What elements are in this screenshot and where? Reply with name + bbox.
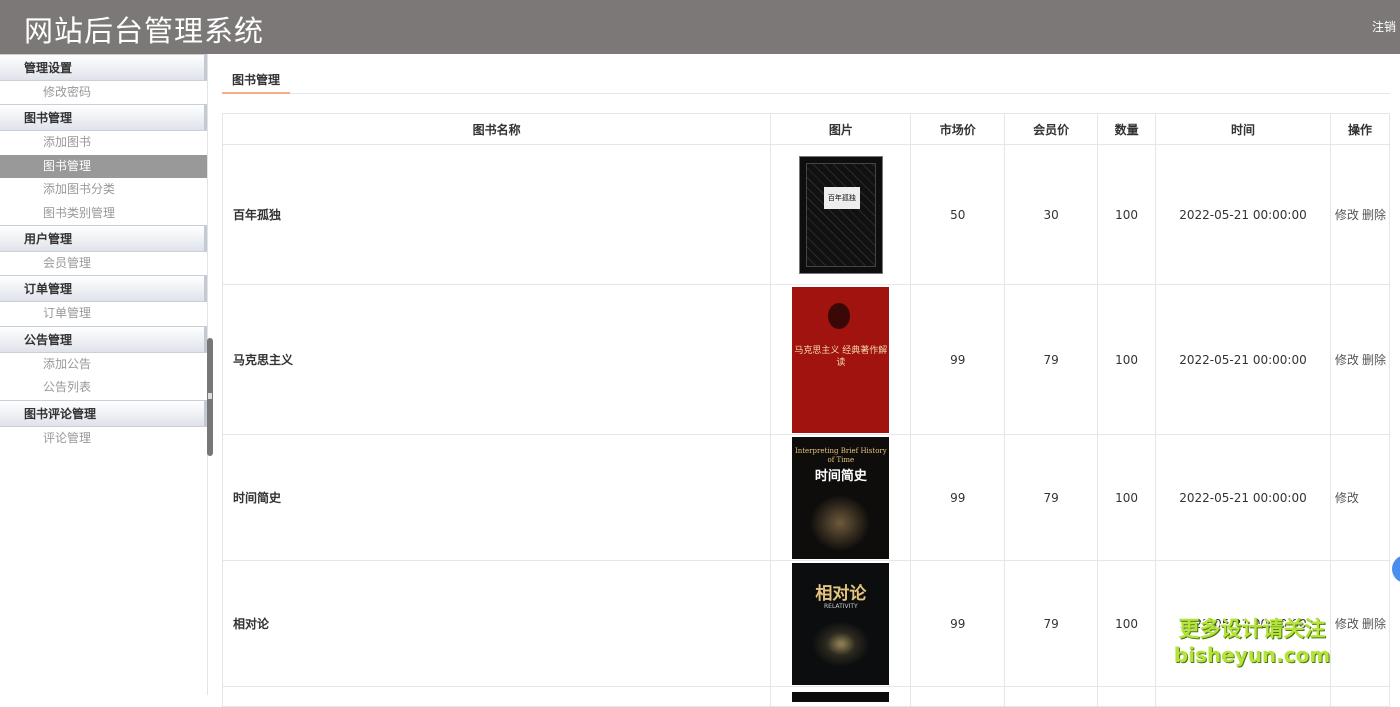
splitter-handle-icon[interactable] — [208, 393, 212, 399]
col-header-time: 时间 — [1155, 113, 1331, 145]
quantity: 100 — [1097, 144, 1157, 285]
sidebar-group-settings[interactable]: 管理设置 — [0, 54, 207, 81]
book-name: 时间简史 — [221, 434, 772, 561]
actions-cell: 修改 删除 — [1329, 284, 1391, 435]
book-image-cell — [770, 686, 912, 707]
book-cover-image — [792, 692, 890, 702]
edit-link[interactable]: 修改 — [1335, 491, 1359, 505]
market-price: 99 — [910, 560, 1006, 687]
col-header-image: 图片 — [770, 113, 912, 145]
book-image-cell: 百年孤独 — [770, 144, 912, 285]
tab-bar: 图书管理 — [222, 54, 1390, 94]
cover-title: 时间简史 — [814, 468, 867, 484]
cover-title: 相对论 — [815, 583, 867, 604]
sidebar-item-add-book[interactable]: 添加图书 — [0, 131, 207, 154]
edit-link[interactable]: 修改 — [1335, 617, 1359, 631]
delete-link[interactable]: 删除 — [1362, 353, 1386, 367]
book-name: 马克思主义 — [221, 284, 772, 435]
table-row: 百年孤独 百年孤独 50 30 100 2022-05-21 00:00:00 … — [221, 144, 1391, 285]
book-image-cell: Interpreting Brief History of Time 时间简史 — [770, 434, 912, 561]
book-name: 相对论 — [221, 560, 772, 687]
book-image-cell: 相对论 RELATIVITY — [770, 560, 912, 687]
sidebar-group-users[interactable]: 用户管理 — [0, 224, 207, 252]
book-table: 图书名称 图片 市场价 会员价 数量 时间 操作 百年孤独 百年孤独 50 30… — [221, 113, 1391, 707]
member-price: 30 — [1004, 144, 1099, 285]
cover-subtitle: Interpreting Brief History of Time — [794, 446, 887, 464]
time: 2022-05-21 00:00:00 — [1155, 434, 1331, 561]
sidebar-item-change-password[interactable]: 修改密码 — [0, 81, 207, 104]
market-price: 99 — [910, 434, 1006, 561]
quantity: 100 — [1097, 560, 1157, 687]
time: 2022-05-21 00:00:00 — [1155, 560, 1331, 687]
sidebar-item-reviews[interactable]: 评论管理 — [0, 427, 207, 450]
cover-subtitle: RELATIVITY — [823, 602, 858, 610]
sidebar-item-orders[interactable]: 订单管理 — [0, 302, 207, 325]
book-name: 百年孤独 — [221, 144, 772, 285]
sidebar-group-books[interactable]: 图书管理 — [0, 104, 207, 132]
book-cover-image: 百年孤独 — [798, 155, 883, 274]
col-header-name: 图书名称 — [221, 113, 772, 145]
time: 2022-05-21 00:00:00 — [1155, 284, 1331, 435]
time: 2022-05-21 00:00:00 — [1155, 144, 1331, 285]
sidebar-item-category-management[interactable]: 图书类别管理 — [0, 202, 207, 225]
sidebar-item-book-management[interactable]: 图书管理 — [0, 154, 207, 179]
actions-cell: 修改 — [1329, 434, 1391, 561]
tab-book-management[interactable]: 图书管理 — [222, 71, 291, 94]
sidebar-group-orders[interactable]: 订单管理 — [0, 275, 207, 303]
market-price: 99 — [910, 284, 1006, 435]
sidebar-group-reviews[interactable]: 图书评论管理 — [0, 399, 207, 427]
sidebar-item-members[interactable]: 会员管理 — [0, 252, 207, 275]
col-header-actions: 操作 — [1329, 113, 1391, 145]
floating-side-button[interactable] — [1392, 555, 1400, 583]
table-header-row: 图书名称 图片 市场价 会员价 数量 时间 操作 — [221, 113, 1391, 145]
sidebar-item-add-category[interactable]: 添加图书分类 — [0, 178, 207, 201]
cover-title: 马克思主义 经典著作解读 — [794, 345, 888, 368]
sidebar-item-notice-list[interactable]: 公告列表 — [0, 376, 207, 399]
top-header: 网站后台管理系统 注销 — [0, 0, 1400, 54]
main-content: 图书管理 图书名称 图片 市场价 会员价 数量 时间 操作 百年孤独 百年孤独 — [221, 54, 1391, 707]
cover-title: 百年孤独 — [823, 186, 860, 209]
table-row: 相对论 相对论 RELATIVITY 99 79 100 2022-05-21 0… — [221, 560, 1391, 687]
table-row: 马克思主义 马克思主义 经典著作解读 99 79 100 2022-05-21 … — [221, 284, 1391, 435]
table-row: 时间简史 Interpreting Brief History of Time 时… — [221, 434, 1391, 561]
logout-link[interactable]: 注销 — [1372, 18, 1396, 35]
sidebar-item-add-notice[interactable]: 添加公告 — [0, 353, 207, 376]
member-price: 79 — [1004, 434, 1099, 561]
table-row — [221, 686, 1391, 707]
quantity: 100 — [1097, 434, 1157, 561]
delete-link[interactable]: 删除 — [1362, 208, 1386, 222]
actions-cell: 修改 删除 — [1329, 144, 1391, 285]
member-price: 79 — [1004, 284, 1099, 435]
market-price: 50 — [910, 144, 1006, 285]
sidebar: 管理设置 修改密码 图书管理 添加图书 图书管理 添加图书分类 图书类别管理 用… — [0, 54, 208, 695]
book-image-cell: 马克思主义 经典著作解读 — [770, 284, 912, 435]
actions-cell: 修改 删除 — [1329, 560, 1391, 687]
col-header-member-price: 会员价 — [1004, 113, 1099, 145]
col-header-market-price: 市场价 — [910, 113, 1006, 145]
edit-link[interactable]: 修改 — [1335, 353, 1359, 367]
delete-link[interactable]: 删除 — [1362, 617, 1386, 631]
edit-link[interactable]: 修改 — [1335, 208, 1359, 222]
book-cover-image: 相对论 RELATIVITY — [792, 562, 890, 685]
sidebar-group-notices[interactable]: 公告管理 — [0, 325, 207, 353]
member-price: 79 — [1004, 560, 1099, 687]
quantity: 100 — [1097, 284, 1157, 435]
app-title: 网站后台管理系统 — [24, 14, 265, 48]
book-cover-image: Interpreting Brief History of Time 时间简史 — [792, 436, 890, 559]
book-cover-image: 马克思主义 经典著作解读 — [792, 286, 890, 433]
sidebar-splitter[interactable] — [207, 338, 213, 456]
col-header-quantity: 数量 — [1097, 113, 1157, 145]
